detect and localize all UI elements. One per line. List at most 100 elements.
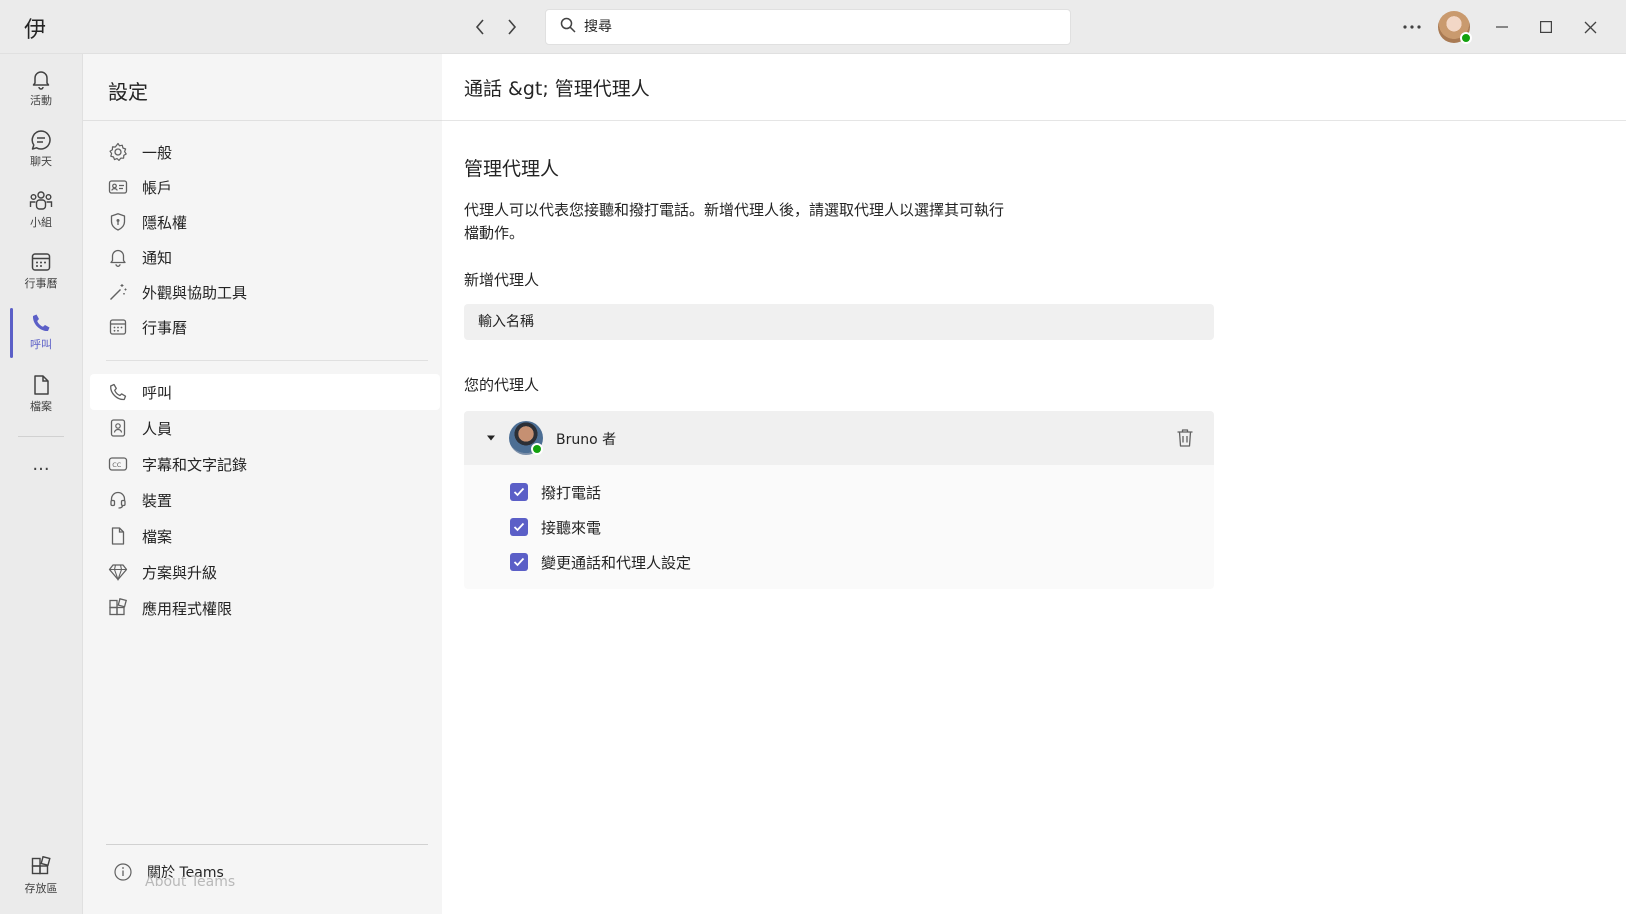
settings-item-appearance[interactable]: 外觀與協助工具 <box>90 274 440 310</box>
permission-label: 撥打電話 <box>541 483 602 502</box>
add-delegate-label: 新增代理人 <box>464 271 540 289</box>
bell-icon <box>32 71 50 90</box>
settings-item-label: 檔案 <box>142 527 173 546</box>
apps-icon <box>109 598 128 616</box>
about-teams-ghost-text: About Teams <box>145 874 236 890</box>
rail-label: 聊天 <box>30 155 52 168</box>
divider <box>442 120 1626 121</box>
apps-store-icon <box>31 856 51 875</box>
rail-label: 呼叫 <box>30 338 52 351</box>
settings-item-label: 隱私權 <box>142 213 188 232</box>
settings-item-label: 字幕和文字記錄 <box>142 455 248 474</box>
permission-receive-calls[interactable]: 接聽來電 <box>510 515 601 539</box>
checkbox-checked[interactable] <box>510 553 528 571</box>
svg-text:CC: CC <box>112 461 122 469</box>
settings-item-calendar[interactable]: 行事曆 <box>90 309 440 345</box>
back-arrow-icon[interactable] <box>468 15 492 39</box>
breadcrumb: 通話 &gt; 管理代理人 <box>464 78 650 100</box>
rail-item-activity[interactable]: 活動 <box>0 58 82 118</box>
presence-available-icon <box>531 443 543 455</box>
settings-item-label: 裝置 <box>142 491 173 510</box>
search-input[interactable] <box>584 19 1044 35</box>
settings-item-files[interactable]: 檔案 <box>90 518 440 554</box>
settings-item-account[interactable]: 帳戶 <box>90 169 440 205</box>
section-description: 代理人可以代表您接聽和撥打電話。新增代理人後，請選取代理人以選擇其可執行檔動作。 <box>464 201 1005 242</box>
maximize-icon[interactable] <box>1530 12 1562 42</box>
chevron-down-icon[interactable] <box>484 431 498 445</box>
contact-card-icon <box>108 180 128 194</box>
chat-icon <box>31 130 51 150</box>
settings-item-privacy[interactable]: 隱私權 <box>90 204 440 240</box>
search-icon <box>560 17 576 37</box>
bell-icon <box>110 249 126 267</box>
rail-item-calls[interactable]: 呼叫 <box>0 302 82 362</box>
settings-item-app-permissions[interactable]: 應用程式權限 <box>90 590 440 626</box>
calendar-icon <box>31 253 51 271</box>
rail-item-chat[interactable]: 聊天 <box>0 119 82 179</box>
checkbox-checked[interactable] <box>510 518 528 536</box>
settings-item-label: 應用程式權限 <box>142 599 233 618</box>
settings-sidebar: 設定 一般 帳戶 隱私權 通知 外觀與協助工具 行事曆 呼叫 人員 CC 字幕和… <box>82 54 443 914</box>
settings-item-notifications[interactable]: 通知 <box>90 239 440 275</box>
more-apps-button[interactable]: ... <box>0 444 82 484</box>
permission-make-calls[interactable]: 撥打電話 <box>510 480 601 504</box>
delegate-name-input[interactable] <box>464 304 1214 340</box>
forward-arrow-icon[interactable] <box>500 15 524 39</box>
gear-icon <box>109 142 127 161</box>
magic-wand-icon <box>110 284 127 300</box>
teams-window: 伊 活動 <box>0 0 1626 914</box>
rail-item-files[interactable]: 檔案 <box>0 364 82 424</box>
settings-item-captions[interactable]: CC 字幕和文字記錄 <box>90 446 440 482</box>
title-bar: 伊 <box>0 0 1626 54</box>
rail-label: 行事曆 <box>24 277 58 290</box>
divider <box>106 360 428 361</box>
rail-item-store[interactable]: 存放區 <box>0 846 82 906</box>
rail-label: 小組 <box>30 216 52 229</box>
file-icon <box>34 375 49 395</box>
headset-icon <box>110 491 126 509</box>
diamond-icon <box>108 564 128 582</box>
closed-caption-icon: CC <box>108 457 128 471</box>
settings-item-label: 一般 <box>142 143 173 162</box>
checkbox-checked[interactable] <box>510 483 528 501</box>
settings-item-calls[interactable]: 呼叫 <box>90 374 440 410</box>
presence-available-icon <box>1460 32 1472 44</box>
phone-icon <box>110 383 127 401</box>
more-options-icon[interactable] <box>1396 12 1428 42</box>
settings-item-label: 帳戶 <box>142 178 173 197</box>
phone-icon <box>32 314 50 332</box>
teams-icon <box>29 191 53 210</box>
user-avatar[interactable] <box>1438 11 1472 44</box>
settings-item-label: 行事曆 <box>142 318 188 337</box>
section-title: 管理代理人 <box>464 158 560 180</box>
settings-item-people[interactable]: 人員 <box>90 410 440 446</box>
divider <box>83 120 443 121</box>
minimize-icon[interactable] <box>1486 12 1518 42</box>
settings-item-label: 方案與升級 <box>142 563 218 582</box>
settings-item-plans[interactable]: 方案與升級 <box>90 554 440 590</box>
close-icon[interactable] <box>1574 12 1606 42</box>
shield-icon <box>110 213 126 231</box>
rail-item-teams[interactable]: 小組 <box>0 180 82 240</box>
delete-icon[interactable] <box>1174 427 1196 449</box>
settings-item-general[interactable]: 一般 <box>90 134 440 170</box>
settings-item-label: 外觀與協助工具 <box>142 283 248 302</box>
your-delegates-label: 您的代理人 <box>464 376 540 394</box>
settings-title: 設定 <box>108 80 148 104</box>
avatar <box>509 421 543 455</box>
search-box[interactable] <box>545 9 1071 45</box>
permission-change-settings[interactable]: 變更通話和代理人設定 <box>510 550 691 574</box>
settings-item-devices[interactable]: 裝置 <box>90 482 440 518</box>
more-horizontal-icon: ... <box>32 453 50 475</box>
delegate-name: Bruno 者 <box>556 432 617 448</box>
rail-label: 檔案 <box>30 400 52 413</box>
app-rail: 活動 聊天 小組 行事曆 呼叫 檔案 ... 存放區 <box>0 54 82 914</box>
rail-label: 活動 <box>30 94 52 107</box>
delegate-header[interactable]: Bruno 者 <box>464 411 1214 465</box>
info-icon <box>114 863 132 881</box>
rail-item-calendar[interactable]: 行事曆 <box>0 241 82 301</box>
calendar-icon <box>109 319 127 335</box>
main-content: 通話 &gt; 管理代理人 管理代理人 代理人可以代表您接聽和撥打電話。新增代理… <box>442 54 1626 914</box>
rail-label: 存放區 <box>24 882 58 895</box>
app-title-glyph: 伊 <box>24 18 47 43</box>
